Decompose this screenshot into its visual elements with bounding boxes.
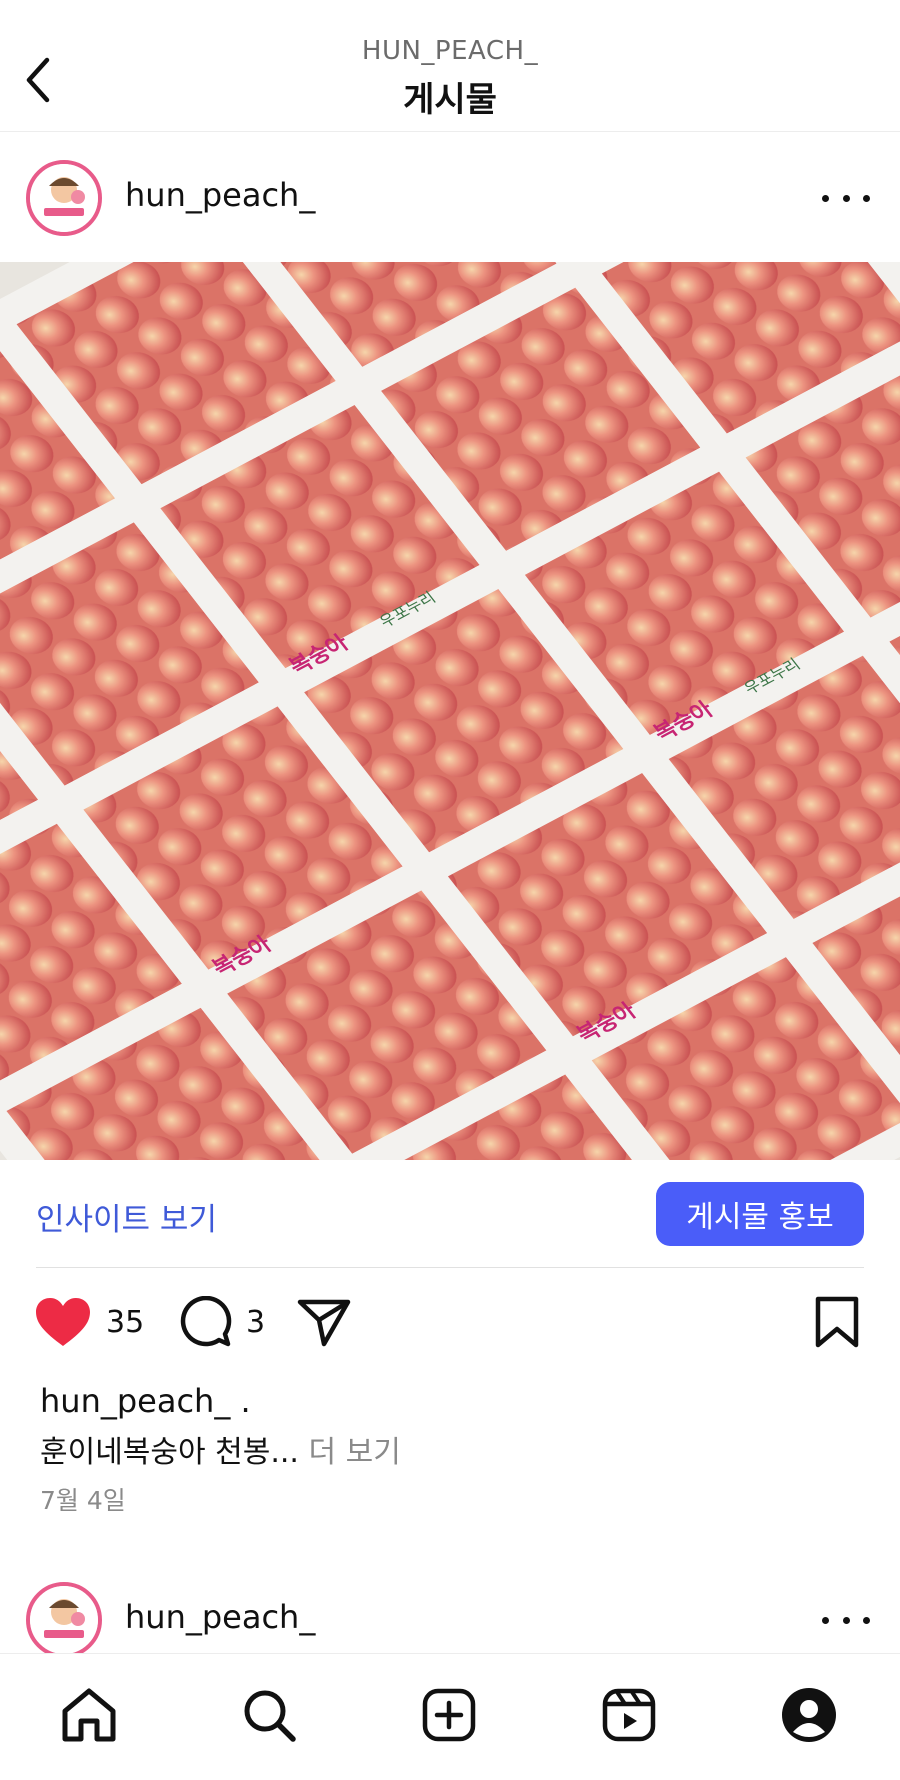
post-photo[interactable]: 복숭아 복숭아 복숭아 복숭아 복숭아 우포누리 우포누리: [0, 262, 900, 1160]
caption-text: 훈이네복숭아 천봉...: [40, 1435, 299, 1470]
more-options-button[interactable]: [822, 1602, 870, 1638]
reels-icon: [602, 1688, 656, 1742]
search-icon: [244, 1690, 296, 1742]
more-icon-dot: [842, 1616, 850, 1624]
post-date: 7월 4일: [40, 1486, 126, 1515]
more-icon: [822, 194, 829, 202]
post-username[interactable]: hun_peach_: [125, 1598, 315, 1636]
heart-icon: [36, 1298, 90, 1346]
bookmark-icon: [815, 1296, 859, 1348]
nav-profile[interactable]: [774, 1680, 844, 1750]
avatar-image: [30, 1586, 98, 1654]
like-count: 35: [106, 1304, 145, 1340]
view-insights-link[interactable]: 인사이트 보기: [36, 1194, 217, 1239]
comment-action[interactable]: 3: [178, 1296, 265, 1348]
home-icon: [62, 1688, 116, 1742]
share-icon: [297, 1299, 351, 1347]
nav-create[interactable]: [414, 1680, 484, 1750]
insights-row: 인사이트 보기 게시물 홍보: [36, 1160, 864, 1268]
avatar[interactable]: [26, 160, 102, 236]
caption-username[interactable]: hun_peach_ .: [40, 1382, 251, 1420]
more-icon-dot: [863, 194, 870, 202]
add-icon: [422, 1688, 476, 1742]
like-action[interactable]: 35: [34, 1296, 144, 1348]
more-icon-dot: [863, 1616, 870, 1624]
page-title: 게시물: [403, 80, 497, 120]
profile-icon: [782, 1688, 836, 1742]
more-icon: [822, 1616, 829, 1624]
post-username[interactable]: hun_peach_: [125, 176, 315, 214]
post-actions: 35 3: [0, 1290, 900, 1360]
avatar[interactable]: [26, 1582, 102, 1658]
nav-search[interactable]: [234, 1680, 304, 1750]
caption: 훈이네복숭아 천봉... 더 보기: [40, 1427, 401, 1471]
post-header: hun_peach_: [0, 150, 900, 245]
account-name: HUN_PEACH_: [361, 36, 539, 66]
top-bar: HUN_PEACH_ 게시물: [0, 0, 900, 132]
peach-boxes-image: 복숭아 복숭아 복숭아 복숭아 복숭아 우포누리 우포누리: [0, 262, 900, 1160]
more-options-button[interactable]: [822, 180, 870, 216]
bottom-navigation: [0, 1653, 900, 1780]
comment-count: 3: [246, 1304, 266, 1340]
bookmark-button[interactable]: [814, 1296, 860, 1348]
nav-reels[interactable]: [594, 1680, 664, 1750]
nav-home[interactable]: [54, 1680, 124, 1750]
comment-icon: [180, 1296, 232, 1347]
more-icon-dot: [842, 194, 850, 202]
avatar-image: [30, 164, 98, 232]
promote-post-button[interactable]: 게시물 홍보: [656, 1182, 864, 1246]
share-button[interactable]: [296, 1296, 352, 1348]
see-more-link[interactable]: 더 보기: [309, 1435, 401, 1470]
